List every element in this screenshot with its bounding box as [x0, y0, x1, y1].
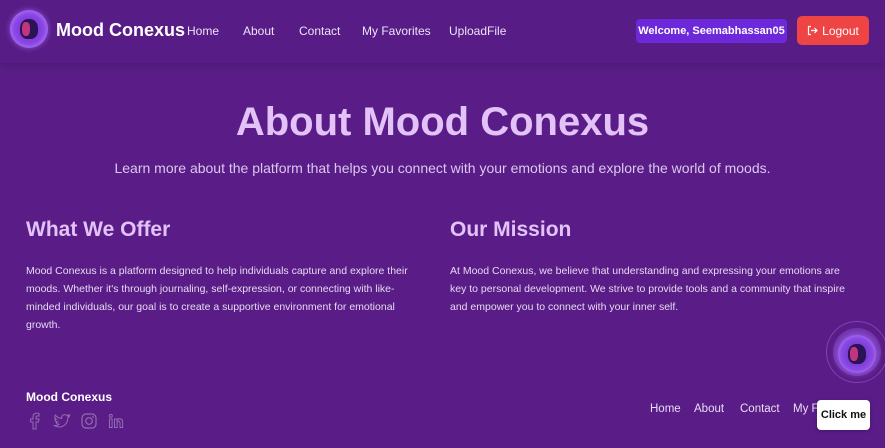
- our-mission-text: At Mood Conexus, we believe that underst…: [450, 265, 845, 313]
- chat-widget-avatar-icon[interactable]: [838, 335, 876, 373]
- nav-link-home[interactable]: Home: [187, 24, 219, 38]
- facebook-icon[interactable]: [26, 412, 44, 430]
- page-subtitle: Learn more about the platform that helps…: [114, 160, 771, 176]
- top-navbar: Mood Conexus Home About Contact My Favor…: [0, 0, 885, 63]
- logo-avatar-icon[interactable]: [10, 10, 48, 48]
- welcome-badge: Welcome, Seemabhassan05: [636, 19, 787, 43]
- footer-link-about[interactable]: About: [694, 403, 724, 415]
- logout-label: Logout: [822, 23, 859, 38]
- footer-link-contact[interactable]: Contact: [740, 403, 780, 415]
- instagram-icon[interactable]: [80, 412, 98, 430]
- what-we-offer-text: Mood Conexus is a platform designed to h…: [26, 265, 408, 331]
- footer-link-home[interactable]: Home: [650, 403, 681, 415]
- nav-link-my-favorites[interactable]: My Favorites: [362, 24, 431, 38]
- our-mission-heading: Our Mission: [450, 218, 572, 241]
- footer-brand: Mood Conexus: [26, 390, 112, 404]
- nav-link-uploadfile[interactable]: UploadFile: [449, 24, 506, 38]
- nav-link-about[interactable]: About: [243, 24, 274, 38]
- twitter-icon[interactable]: [53, 412, 71, 430]
- linkedin-icon[interactable]: [107, 412, 125, 430]
- page-title: About Mood Conexus: [235, 100, 650, 144]
- footer-link-my-favorites[interactable]: My F: [793, 403, 819, 415]
- nav-link-contact[interactable]: Contact: [299, 24, 340, 38]
- what-we-offer-heading: What We Offer: [26, 218, 171, 241]
- brand-name[interactable]: Mood Conexus: [56, 20, 185, 41]
- click-me-button[interactable]: Click me: [817, 400, 870, 430]
- logout-button[interactable]: Logout: [797, 16, 869, 45]
- logout-icon: [807, 25, 818, 36]
